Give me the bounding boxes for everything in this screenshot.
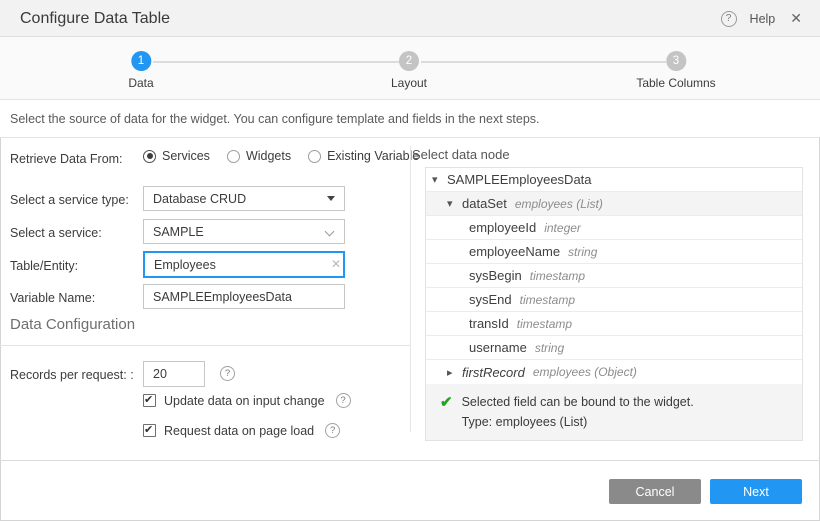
table-entity-input[interactable]	[143, 251, 345, 278]
update-data-label: Update data on input change	[164, 393, 325, 408]
data-node-tree: ▾ SAMPLEEmployeesData ▾ dataSet employee…	[425, 167, 803, 441]
step-connector-1	[153, 61, 399, 63]
binding-status-message: ✔ Selected field can be bound to the wid…	[426, 384, 802, 440]
service-type-label: Select a service type:	[10, 193, 129, 207]
footer-divider	[0, 460, 820, 461]
step-1-label: Data	[128, 76, 154, 90]
binding-message-line2: Type: employees (List)	[461, 415, 588, 429]
select-data-node-heading: Select data node	[412, 147, 510, 162]
tree-row-employeename[interactable]: employeeName string	[426, 240, 802, 264]
help-icon[interactable]: ?	[720, 10, 737, 27]
tree-row-sysend[interactable]: sysEnd timestamp	[426, 288, 802, 312]
step-layout[interactable]: 2 Layout	[391, 51, 427, 90]
step-data[interactable]: 1 Data	[128, 51, 154, 90]
tree-row-firstrecord[interactable]: ▸ firstRecord employees (Object)	[426, 360, 802, 384]
help-link[interactable]: Help	[750, 12, 776, 26]
request-data-checkbox-row: ✔ Request data on page load ?	[143, 423, 341, 438]
step-2-circle: 2	[399, 51, 419, 71]
tree-row-transid[interactable]: transId timestamp	[426, 312, 802, 336]
expand-right-icon[interactable]: ▸	[447, 366, 462, 379]
configure-data-table-dialog: Configure Data Table ? Help ✕ 1 Data 2 L…	[0, 0, 820, 521]
binding-message-line1: Selected field can be bound to the widge…	[461, 395, 694, 409]
update-data-checkbox[interactable]: ✔	[143, 394, 156, 407]
next-button[interactable]: Next	[710, 479, 802, 504]
radio-services[interactable]: Services	[143, 149, 210, 163]
step-connector-2	[421, 61, 666, 63]
radio-widgets[interactable]: Widgets	[226, 149, 291, 163]
clear-icon[interactable]: ✕	[331, 257, 341, 271]
tree-row-username[interactable]: username string	[426, 336, 802, 360]
header-actions: ? Help ✕	[720, 0, 804, 37]
radio-selected-icon	[143, 149, 156, 163]
radio-unselected-icon	[308, 149, 322, 163]
records-per-request-label: Records per request: :	[10, 368, 134, 382]
service-type-select[interactable]: Database CRUD	[143, 186, 345, 211]
expand-down-icon[interactable]: ▾	[447, 197, 462, 210]
tree-row-dataset[interactable]: ▾ dataSet employees (List)	[426, 192, 802, 216]
retrieve-data-from-label: Retrieve Data From:	[10, 152, 123, 166]
table-entity-label: Table/Entity:	[10, 259, 79, 273]
step-1-circle: 1	[130, 51, 151, 71]
checkmark-icon: ✔	[144, 394, 154, 406]
update-data-checkbox-row: ✔ Update data on input change ?	[143, 393, 351, 408]
variable-name-label: Variable Name:	[10, 291, 96, 305]
section-divider	[0, 345, 410, 346]
step-table-columns[interactable]: 3 Table Columns	[636, 51, 716, 90]
tree-row-sysbegin[interactable]: sysBegin timestamp	[426, 264, 802, 288]
expand-down-icon[interactable]: ▾	[432, 173, 447, 186]
radio-existing-variable[interactable]: Existing Variable	[308, 149, 419, 163]
request-data-help-icon[interactable]: ?	[325, 423, 341, 438]
records-help-icon[interactable]: ?	[220, 366, 235, 381]
update-data-help-icon[interactable]: ?	[335, 393, 351, 408]
tree-row-root[interactable]: ▾ SAMPLEEmployeesData	[426, 168, 802, 192]
dropdown-caret-icon	[327, 196, 335, 201]
step-3-circle: 3	[666, 51, 686, 71]
variable-name-input[interactable]	[143, 284, 345, 309]
request-data-label: Request data on page load	[164, 423, 315, 438]
step-wizard: 1 Data 2 Layout 3 Table Columns	[0, 37, 820, 100]
dialog-title: Configure Data Table	[20, 10, 171, 27]
records-per-request-input[interactable]	[143, 361, 205, 387]
cancel-button[interactable]: Cancel	[609, 479, 701, 504]
tree-row-employeeid[interactable]: employeeId integer	[426, 216, 802, 240]
radio-unselected-icon	[226, 149, 240, 163]
wizard-description: Select the source of data for the widget…	[0, 100, 820, 138]
step-2-label: Layout	[390, 76, 428, 90]
close-icon[interactable]: ✕	[788, 8, 804, 29]
step-3-label: Table Columns	[636, 76, 716, 90]
retrieve-source-radio-group: Services Widgets Existing Variable	[143, 149, 419, 163]
success-check-icon: ✔	[440, 394, 453, 411]
checkmark-icon: ✔	[144, 424, 154, 436]
column-divider	[410, 146, 411, 432]
service-label: Select a service:	[10, 226, 102, 240]
dialog-header: Configure Data Table ? Help ✕	[0, 0, 820, 37]
data-configuration-heading: Data Configuration	[10, 316, 136, 333]
chevron-down-icon	[324, 226, 335, 237]
request-data-checkbox[interactable]: ✔	[143, 424, 156, 437]
service-select[interactable]: SAMPLE	[143, 219, 345, 244]
